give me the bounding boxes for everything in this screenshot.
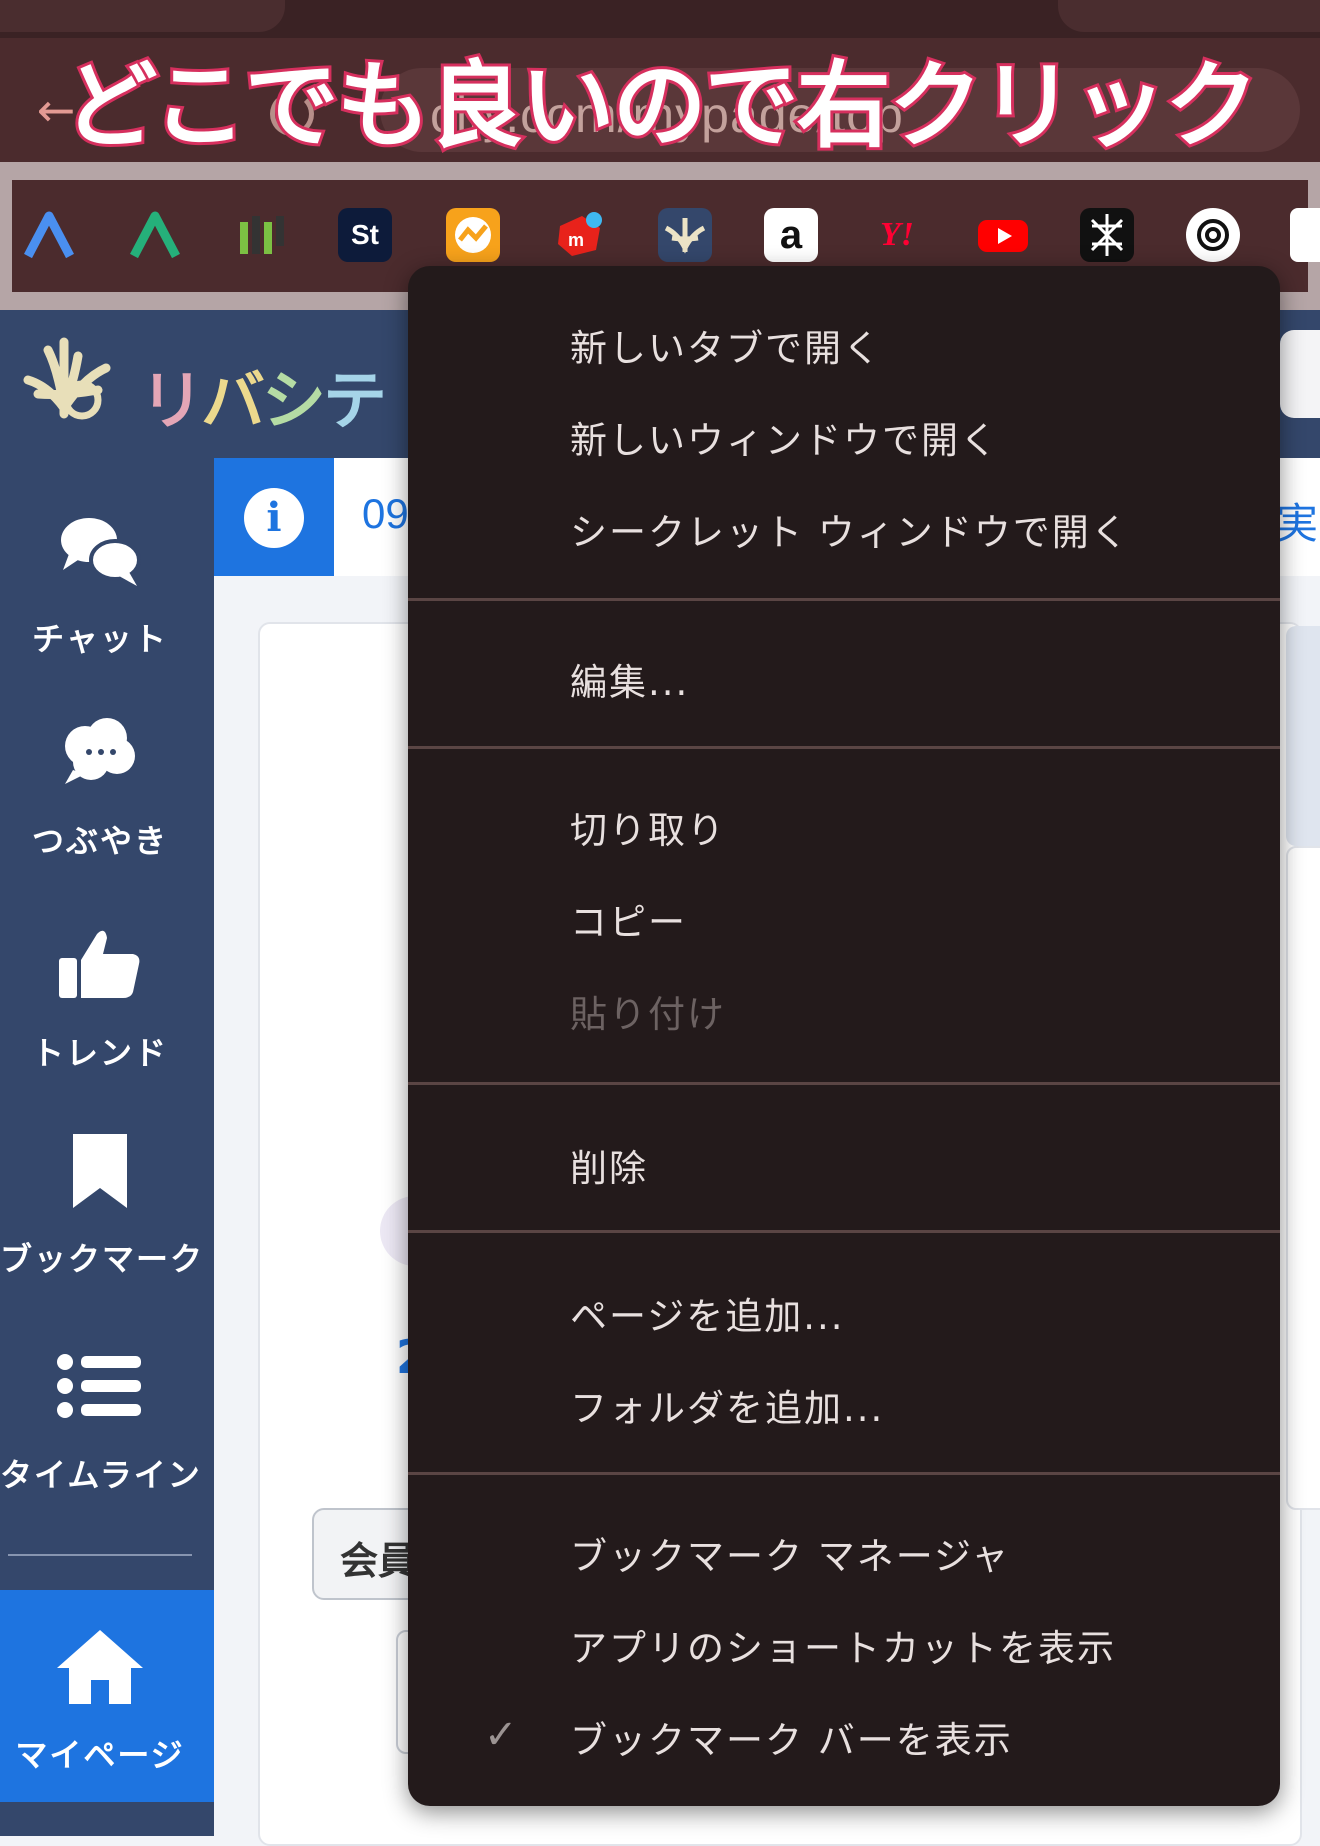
sidebar-item-label: タイムライン xyxy=(0,1456,202,1494)
menu-separator xyxy=(408,746,1280,749)
sidebar-item-tsubuyaki[interactable]: つぶやき xyxy=(0,696,200,876)
menu-bookmark-manager[interactable]: ブックマーク マネージャ xyxy=(570,1526,1010,1580)
bookmark-notion-icon[interactable] xyxy=(1290,208,1320,262)
menu-open-new-tab[interactable]: 新しいタブで開く xyxy=(570,318,882,372)
menu-open-incognito[interactable]: シークレット ウィンドウで開く xyxy=(570,502,1130,556)
sidebar-item-label: チャット xyxy=(32,620,168,658)
checkmark-icon: ✓ xyxy=(484,1712,518,1758)
bookmark-liberty-green-icon[interactable] xyxy=(128,208,182,262)
list-icon xyxy=(57,1354,141,1418)
menu-copy[interactable]: コピー xyxy=(570,892,687,946)
bookmark-liberty-blue-icon[interactable] xyxy=(22,208,76,262)
info-text[interactable]: 09 xyxy=(362,490,409,538)
sidebar-item-bookmark[interactable]: ブックマーク xyxy=(0,1114,205,1294)
info-right-text[interactable]: 実 xyxy=(1276,490,1318,551)
speech-cloud-icon xyxy=(65,718,135,784)
menu-separator xyxy=(408,1082,1280,1085)
menu-separator xyxy=(408,1472,1280,1475)
bookmark-libecity-icon[interactable] xyxy=(658,208,712,262)
menu-add-folder[interactable]: フォルダを追加... xyxy=(570,1378,884,1432)
thumbs-up-icon xyxy=(59,930,140,998)
bookmark-mf-icon[interactable] xyxy=(234,208,288,262)
instruction-caption: どこでも良いので右クリック xyxy=(60,49,1261,164)
menu-cut[interactable]: 切り取り xyxy=(570,800,726,854)
right-panel xyxy=(1286,846,1320,1510)
bookmark-amazon-icon[interactable]: a xyxy=(764,208,818,262)
sidebar-item-mypage[interactable]: マイページ xyxy=(0,1610,200,1790)
bookmark-chatgpt-icon[interactable] xyxy=(1186,208,1240,262)
info-icon: i xyxy=(244,488,304,548)
menu-show-bookmark-bar[interactable]: ブックマーク バーを表示 xyxy=(570,1710,1013,1764)
home-icon xyxy=(57,1630,143,1704)
bookmark-yahoo-icon[interactable]: Y! xyxy=(870,208,924,262)
sidebar-item-label: マイページ xyxy=(15,1736,185,1774)
bookmark-st-icon[interactable]: St xyxy=(338,208,392,262)
bookmark-icon xyxy=(73,1134,127,1208)
sidebar-item-label: ブックマーク xyxy=(0,1240,205,1278)
sidebar-item-trend[interactable]: トレンド xyxy=(0,908,200,1088)
bookmark-chart-icon[interactable] xyxy=(446,208,500,262)
libecity-logo-icon[interactable] xyxy=(18,330,122,430)
menu-separator xyxy=(408,598,1280,601)
menu-add-page[interactable]: ページを追加... xyxy=(570,1286,845,1340)
menu-delete[interactable]: 削除 xyxy=(570,1138,648,1192)
menu-separator xyxy=(408,1230,1280,1233)
tab-left[interactable] xyxy=(0,0,285,32)
sidebar-item-label: トレンド xyxy=(31,1034,168,1072)
right-panel-top xyxy=(1286,626,1320,846)
header-search[interactable] xyxy=(1280,330,1320,418)
bookmark-youtube-icon[interactable] xyxy=(976,208,1030,262)
chat-bubbles-icon xyxy=(61,518,141,586)
tab-right[interactable] xyxy=(1058,0,1320,32)
bookmark-perplexity-icon[interactable] xyxy=(1080,208,1134,262)
menu-paste: 貼り付け xyxy=(570,993,726,1036)
sidebar-item-label: つぶやき xyxy=(31,822,168,860)
sidebar-item-timeline[interactable]: タイムライン xyxy=(0,1330,200,1510)
site-logo-text[interactable]: リバシテ xyxy=(140,350,387,442)
menu-edit[interactable]: 編集... xyxy=(570,652,689,706)
bookmark-mercari-icon[interactable]: m xyxy=(552,208,606,262)
sidebar-divider xyxy=(8,1554,192,1556)
member-button-label: 会員 xyxy=(340,1539,417,1583)
svg-text:m: m xyxy=(568,230,584,250)
menu-open-new-window[interactable]: 新しいウィンドウで開く xyxy=(570,410,999,464)
sidebar-item-chat[interactable]: チャット xyxy=(0,494,200,674)
menu-show-app-shortcuts[interactable]: アプリのショートカットを表示 xyxy=(570,1618,1116,1672)
